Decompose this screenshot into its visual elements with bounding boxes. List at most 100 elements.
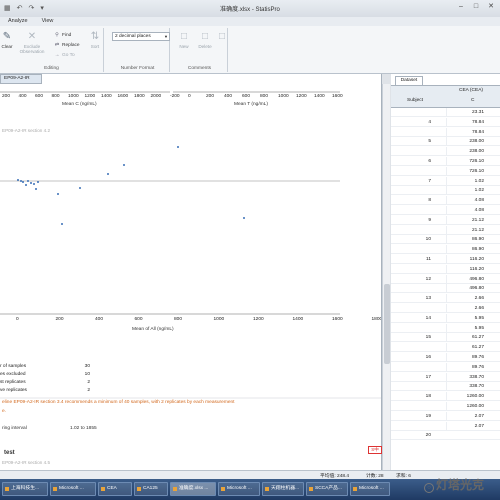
taskbar-item[interactable]: CEA — [98, 482, 132, 496]
value-cell[interactable]: 726.10 — [446, 166, 484, 176]
dataset-row[interactable]: 5 238.00 — [391, 137, 500, 147]
clear-button[interactable]: ✎ Clear — [0, 31, 14, 49]
dataset-row[interactable]: 2.66 — [391, 304, 500, 313]
value-cell[interactable]: 2.07 — [446, 411, 484, 421]
maximize-button[interactable]: □ — [469, 2, 483, 12]
dataset-row[interactable]: 15 61.27 — [391, 333, 500, 343]
data-point — [107, 173, 109, 175]
dataset-row[interactable]: 116.20 — [391, 264, 500, 274]
dataset-row[interactable]: 19 2.07 — [391, 411, 500, 421]
dataset-row[interactable]: 89.76 — [391, 362, 500, 372]
value-cell[interactable]: 78.84 — [446, 117, 484, 127]
app-icon — [137, 487, 141, 491]
dataset-row[interactable]: 6 726.10 — [391, 157, 500, 166]
taskbar-item[interactable]: Microsoft ... — [350, 482, 390, 496]
value-cell[interactable]: 496.80 — [446, 274, 484, 284]
value-cell[interactable]: 78.84 — [446, 127, 484, 137]
exclude-observation-button[interactable]: ✕ Exclude Observation — [18, 31, 46, 54]
dataset-row[interactable]: 78.84 — [391, 127, 500, 137]
taskbar-item-active[interactable]: 准确度.xlsx ... — [170, 482, 216, 496]
sort-button[interactable]: ⇅ Sort — [88, 31, 102, 49]
dataset-row[interactable]: 21.12 — [391, 225, 500, 235]
value-cell[interactable]: 21.12 — [446, 215, 484, 225]
close-button[interactable]: ✕ — [484, 2, 498, 12]
value-cell[interactable]: 1.02 — [446, 186, 484, 196]
taskbar-item[interactable]: 上海科技生... — [2, 482, 48, 496]
taskbar-item[interactable]: SCCA产品... — [306, 482, 348, 496]
new-comment-button[interactable]: □ New — [176, 31, 192, 49]
dataset-row[interactable]: 18 1260.00 — [391, 392, 500, 402]
dataset-row[interactable]: 726.10 — [391, 166, 500, 176]
value-cell[interactable]: 338.70 — [446, 372, 484, 382]
value-cell[interactable]: 338.70 — [446, 382, 484, 392]
value-cell[interactable]: 61.27 — [446, 343, 484, 353]
dataset-row[interactable]: 12 496.80 — [391, 274, 500, 284]
column-header[interactable]: CEA (CEA) — [459, 88, 483, 93]
dataset-row[interactable]: 9 21.12 — [391, 215, 500, 225]
value-cell[interactable]: 238.00 — [446, 147, 484, 157]
value-cell[interactable]: 86.90 — [446, 235, 484, 245]
value-cell[interactable]: 5.95 — [446, 313, 484, 323]
value-cell[interactable]: 89.76 — [446, 362, 484, 372]
tab-view[interactable]: View — [42, 17, 54, 26]
find-button[interactable]: ⚲ Find — [54, 32, 71, 38]
taskbar-item[interactable]: 天翔柱机器... — [262, 482, 304, 496]
dataset-row[interactable]: 7 1.02 — [391, 176, 500, 186]
dataset-row[interactable]: 17 338.70 — [391, 372, 500, 382]
dataset-row[interactable]: 16 89.76 — [391, 353, 500, 362]
dataset-row[interactable]: 23.31 — [391, 108, 500, 117]
taskbar-item[interactable]: Microsoft ... — [218, 482, 260, 496]
taskbar-item[interactable]: CA125 — [134, 482, 168, 496]
comment-more-button[interactable]: □ — [216, 31, 226, 44]
data-point — [57, 193, 59, 195]
ime-indicator[interactable]: S中 — [368, 446, 382, 454]
dataset-row[interactable]: 2.07 — [391, 421, 500, 431]
tab-analyze[interactable]: Analyze — [8, 17, 28, 26]
value-cell[interactable]: 238.00 — [446, 137, 484, 147]
dataset-row[interactable]: 1.02 — [391, 186, 500, 196]
dataset-row[interactable]: 11 116.20 — [391, 255, 500, 264]
dataset-tab[interactable]: Dataset — [395, 76, 423, 85]
value-cell[interactable]: 5.95 — [446, 323, 484, 333]
value-cell[interactable]: 726.10 — [446, 157, 484, 166]
value-cell[interactable]: 4.08 — [446, 206, 484, 215]
dataset-row[interactable]: 338.70 — [391, 382, 500, 392]
value-cell[interactable]: 116.20 — [446, 255, 484, 264]
dataset-row[interactable]: 1260.00 — [391, 402, 500, 411]
dataset-row[interactable]: 496.80 — [391, 284, 500, 294]
dataset-row[interactable]: 5.95 — [391, 323, 500, 333]
value-cell[interactable]: 86.90 — [446, 245, 484, 255]
taskbar-item[interactable]: Microsoft ... — [50, 482, 96, 496]
value-cell[interactable]: 1260.00 — [446, 402, 484, 411]
dataset-row[interactable]: 14 5.95 — [391, 313, 500, 323]
value-cell[interactable]: 89.76 — [446, 353, 484, 362]
dataset-row[interactable]: 4.08 — [391, 206, 500, 215]
number-format-select[interactable]: 2 decimal places ▼ — [112, 32, 170, 41]
goto-button[interactable]: → Go To — [54, 52, 75, 58]
value-cell[interactable]: 116.20 — [446, 264, 484, 274]
value-cell[interactable]: 496.80 — [446, 284, 484, 294]
value-cell[interactable]: 2.66 — [446, 294, 484, 304]
value-cell[interactable]: 61.27 — [446, 333, 484, 343]
value-cell[interactable]: 23.31 — [446, 108, 484, 117]
dataset-row[interactable]: 10 86.90 — [391, 235, 500, 245]
dataset-row[interactable]: 8 4.08 — [391, 196, 500, 206]
value-cell[interactable]: 1260.00 — [446, 392, 484, 402]
dataset-row[interactable]: 61.27 — [391, 343, 500, 353]
tick-label: 1400 — [292, 317, 304, 322]
replace-button[interactable]: ⇄ Replace — [54, 42, 80, 48]
value-cell[interactable]: 1.02 — [446, 176, 484, 186]
dataset-row[interactable]: 20 — [391, 431, 500, 441]
dataset-row[interactable]: 86.90 — [391, 245, 500, 255]
dataset-row[interactable]: 13 2.66 — [391, 294, 500, 304]
report-scroll-thumb[interactable] — [384, 284, 390, 364]
value-cell[interactable]: 4.08 — [446, 196, 484, 206]
dataset-row[interactable]: 4 78.84 — [391, 117, 500, 127]
minimize-button[interactable]: – — [454, 2, 468, 12]
delete-comment-button[interactable]: □ Delete — [196, 31, 214, 49]
value-cell[interactable]: 21.12 — [446, 225, 484, 235]
value-cell[interactable]: 2.66 — [446, 304, 484, 313]
dataset-row[interactable]: 238.00 — [391, 147, 500, 157]
report-scrollbar[interactable] — [382, 84, 390, 470]
value-cell[interactable]: 2.07 — [446, 421, 484, 431]
